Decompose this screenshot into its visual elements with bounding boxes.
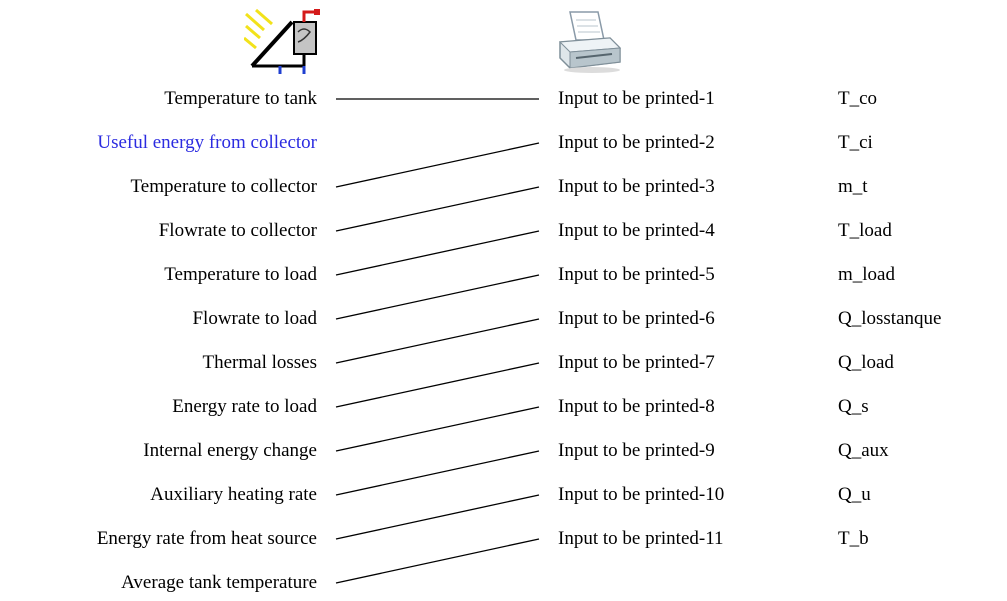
- connection-line[interactable]: [335, 538, 540, 584]
- connection-line[interactable]: [335, 318, 540, 364]
- output-item[interactable]: Temperature to collector: [131, 176, 317, 198]
- variable-name: T_b: [838, 528, 869, 549]
- input-item[interactable]: Input to be printed-5: [558, 264, 715, 286]
- output-item[interactable]: Temperature to load: [164, 264, 317, 286]
- output-item[interactable]: Temperature to tank: [164, 88, 317, 110]
- output-item[interactable]: Average tank temperature: [121, 572, 317, 594]
- output-item[interactable]: Energy rate to load: [172, 396, 317, 418]
- connection-line[interactable]: [335, 142, 540, 188]
- input-item[interactable]: Input to be printed-2: [558, 132, 715, 154]
- connection-line[interactable]: [335, 186, 540, 232]
- connection-line[interactable]: [335, 362, 540, 408]
- variable-name: Q_losstanque: [838, 308, 942, 329]
- input-item[interactable]: Input to be printed-1: [558, 88, 715, 110]
- input-item[interactable]: Input to be printed-6: [558, 308, 715, 330]
- variable-name: T_load: [838, 220, 892, 241]
- input-item[interactable]: Input to be printed-3: [558, 176, 715, 198]
- output-item[interactable]: Thermal losses: [202, 352, 317, 374]
- variable-name: m_load: [838, 264, 895, 285]
- output-item[interactable]: Flowrate to load: [192, 308, 317, 330]
- input-item[interactable]: Input to be printed-4: [558, 220, 715, 242]
- connection-line[interactable]: [335, 406, 540, 452]
- input-item[interactable]: Input to be printed-7: [558, 352, 715, 374]
- variable-name: Q_u: [838, 484, 871, 505]
- variable-name: T_co: [838, 88, 878, 109]
- output-item[interactable]: Flowrate to collector: [159, 220, 317, 242]
- connection-diagram: Temperature to tank Useful energy from co…: [0, 0, 1007, 601]
- variable-name: Q_aux: [838, 440, 889, 461]
- connection-line[interactable]: [335, 274, 540, 320]
- output-item[interactable]: Energy rate from heat source: [97, 528, 317, 550]
- output-item[interactable]: Useful energy from collector: [97, 132, 317, 154]
- input-item[interactable]: Input to be printed-9: [558, 440, 715, 462]
- input-item[interactable]: Input to be printed-8: [558, 396, 715, 418]
- variable-name: m_t: [838, 176, 868, 197]
- solar-collector-icon[interactable]: [244, 8, 322, 74]
- connection-line[interactable]: [335, 494, 540, 540]
- output-item[interactable]: Auxiliary heating rate: [150, 484, 317, 506]
- variable-name: Q_s: [838, 396, 869, 417]
- printer-icon[interactable]: [556, 8, 622, 74]
- input-item[interactable]: Input to be printed-11: [558, 528, 724, 550]
- connection-line[interactable]: [335, 230, 540, 276]
- variable-name: Q_load: [838, 352, 894, 373]
- output-item[interactable]: Internal energy change: [143, 440, 317, 462]
- variable-name: T_ci: [838, 132, 873, 153]
- connection-line[interactable]: [335, 450, 540, 496]
- input-item[interactable]: Input to be printed-10: [558, 484, 724, 506]
